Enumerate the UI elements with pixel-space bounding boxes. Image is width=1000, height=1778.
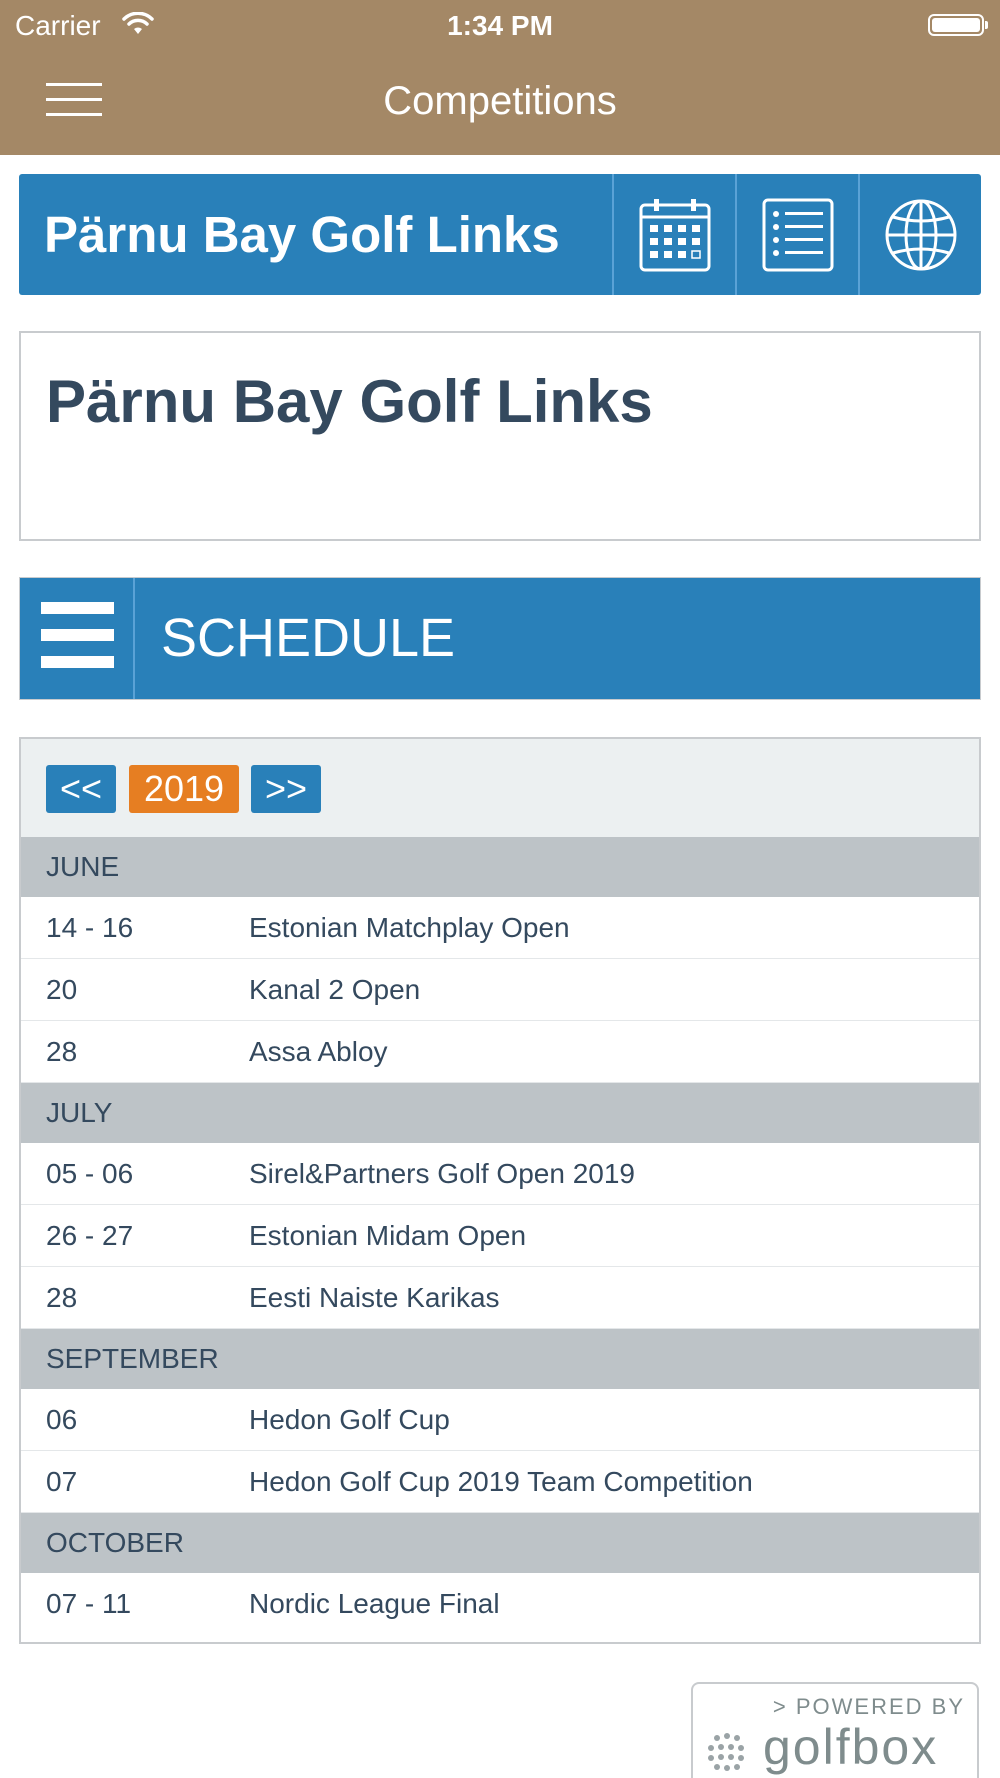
powered-by-label: > POWERED BY: [772, 1694, 965, 1719]
competition-row[interactable]: 05 - 06 Sirel&Partners Golf Open 2019: [21, 1143, 979, 1205]
list-button[interactable]: [735, 174, 858, 295]
competition-date: 06: [46, 1404, 78, 1435]
competition-date: 05 - 06: [46, 1158, 134, 1189]
battery-icon: [928, 14, 988, 36]
club-header: Pärnu Bay Golf Links: [19, 174, 981, 295]
month-header: OCTOBER: [21, 1513, 979, 1573]
competition-name: Kanal 2 Open: [249, 974, 421, 1005]
schedule-header: SCHEDULE: [19, 577, 981, 700]
competition-date: 28: [46, 1036, 78, 1067]
competition-row[interactable]: 06 Hedon Golf Cup: [21, 1389, 979, 1451]
club-name: Pärnu Bay Golf Links: [44, 206, 560, 263]
competition-row[interactable]: 14 - 16 Estonian Matchplay Open: [21, 897, 979, 959]
competition-date: 28: [46, 1282, 78, 1313]
competition-name: Assa Abloy: [249, 1036, 388, 1067]
nav-title: Competitions: [383, 79, 617, 123]
month-header: SEPTEMBER: [21, 1329, 979, 1389]
month-header: JUNE: [21, 837, 979, 897]
clock: 1:34 PM: [447, 10, 553, 41]
previous-year-button[interactable]: <<: [46, 765, 116, 813]
competition-name: Estonian Midam Open: [249, 1220, 527, 1251]
competition-row[interactable]: 26 - 27 Estonian Midam Open: [21, 1205, 979, 1267]
month-header: JULY: [21, 1083, 979, 1143]
competition-date: 20: [46, 974, 78, 1005]
calendar-button[interactable]: [612, 174, 735, 295]
golfbox-brand: golfbox: [763, 1719, 939, 1775]
list-icon: [762, 198, 834, 272]
schedule-rows: JUNE 14 - 16 Estonian Matchplay Open 20 …: [21, 837, 979, 1635]
competition-name: Nordic League Final: [249, 1588, 500, 1619]
current-year-badge[interactable]: 2019: [129, 765, 239, 813]
status-bar: Carrier 1:34 PM: [0, 0, 1000, 52]
competition-name: Sirel&Partners Golf Open 2019: [249, 1158, 635, 1189]
schedule-title: SCHEDULE: [161, 608, 456, 668]
calendar-icon: [639, 199, 711, 272]
club-info-card: Pärnu Bay Golf Links: [19, 331, 981, 541]
competition-name: Hedon Golf Cup 2019 Team Competition: [249, 1466, 753, 1497]
competition-date: 07: [46, 1466, 78, 1497]
competition-date: 07 - 11: [46, 1588, 132, 1619]
schedule-menu-icon[interactable]: [20, 578, 135, 699]
competition-date: 26 - 27: [46, 1220, 134, 1251]
powered-by-golfbox-logo[interactable]: > POWERED BY golfbox: [691, 1682, 979, 1778]
competition-name: Hedon Golf Cup: [249, 1404, 450, 1435]
next-year-button[interactable]: >>: [251, 765, 321, 813]
competition-name: Estonian Matchplay Open: [249, 912, 570, 943]
competition-row[interactable]: 07 Hedon Golf Cup 2019 Team Competition: [21, 1451, 979, 1513]
competition-row[interactable]: 28 Eesti Naiste Karikas: [21, 1267, 979, 1329]
globe-icon: [885, 199, 957, 271]
competition-name: Eesti Naiste Karikas: [249, 1282, 500, 1313]
golf-ball-icon: [708, 1733, 744, 1771]
competition-row[interactable]: 28 Assa Abloy: [21, 1021, 979, 1083]
competition-date: 14 - 16: [46, 912, 134, 943]
competition-row[interactable]: 20 Kanal 2 Open: [21, 959, 979, 1021]
club-info-title: Pärnu Bay Golf Links: [46, 368, 653, 435]
year-navigation: << 2019 >>: [21, 739, 979, 837]
navigation-bar: Competitions: [0, 52, 1000, 155]
competition-row[interactable]: 07 - 11 Nordic League Final: [21, 1573, 979, 1635]
website-button[interactable]: [858, 174, 981, 295]
schedule-table: << 2019 >> JUNE 14 - 16 Estonian Matchpl…: [19, 737, 981, 1644]
